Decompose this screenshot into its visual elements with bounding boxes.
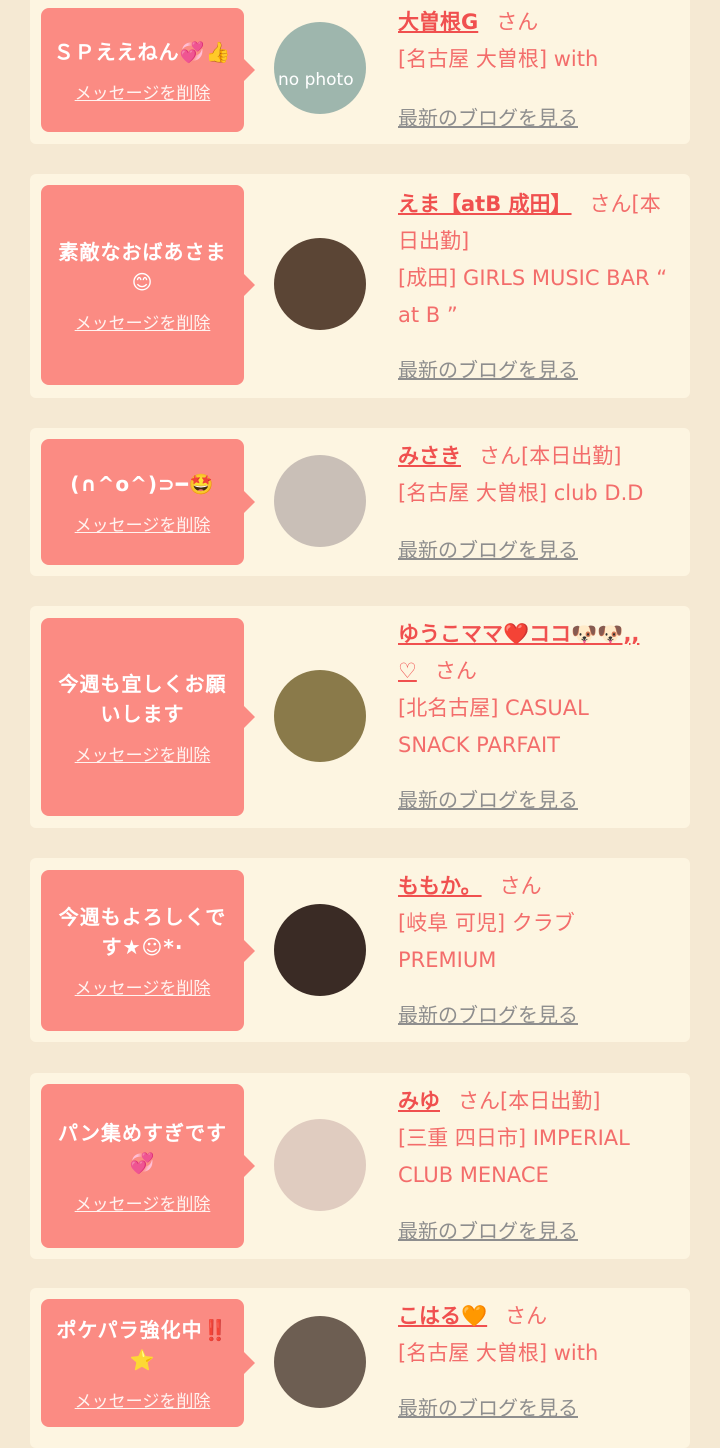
shop-line: [名古屋 大曽根] with <box>398 47 599 71</box>
message-card: ＳＰええねん💞👍 メッセージを削除 no photo 大曽根G さん [名古屋 大… <box>30 0 690 144</box>
shop-line: CLUB MENACE <box>398 1163 549 1187</box>
latest-blog-link[interactable]: 最新のブログを見る <box>398 102 578 131</box>
shop-line: SNACK PARFAIT <box>398 733 560 757</box>
delete-message-link[interactable]: メッセージを削除 <box>75 741 211 766</box>
shop-line: [名古屋 大曽根] with <box>398 1341 599 1365</box>
message-text: ＳＰええねん💞👍 <box>53 39 232 64</box>
avatar[interactable] <box>274 1316 366 1408</box>
message-bubble: 素敵なおばあさま😊 メッセージを削除 <box>41 185 255 385</box>
message-bubble: 今週も宜しくお願いします メッセージを削除 <box>41 618 255 816</box>
avatar[interactable] <box>274 904 366 996</box>
shop-line: [三重 四日市] IMPERIAL <box>398 1126 630 1150</box>
message-text: ポケパラ強化中‼️⭐ <box>56 1317 229 1372</box>
shop-line: PREMIUM <box>398 948 497 972</box>
delete-message-link[interactable]: メッセージを削除 <box>75 974 211 999</box>
delete-message-link[interactable]: メッセージを削除 <box>75 1387 211 1412</box>
latest-blog-link[interactable]: 最新のブログを見る <box>398 354 578 383</box>
message-bubble: (∩^o^)⊃━🤩 メッセージを削除 <box>41 439 255 565</box>
message-bubble: ＳＰええねん💞👍 メッセージを削除 <box>41 8 255 132</box>
message-text: 今週もよろしくです★☺*· <box>58 905 227 959</box>
shop-line: [成田] GIRLS MUSIC BAR “ <box>398 266 668 290</box>
message-bubble: パン集めすぎです💞 メッセージを削除 <box>41 1084 255 1248</box>
profile-name-link[interactable]: こはる🧡 <box>398 1304 487 1328</box>
shop-line: [岐阜 可児] クラブ <box>398 911 575 935</box>
san-label: さん <box>589 192 632 216</box>
latest-blog-link[interactable]: 最新のブログを見る <box>398 534 578 563</box>
avatar[interactable] <box>274 238 366 330</box>
san-label: さん <box>499 874 542 898</box>
delete-message-link[interactable]: メッセージを削除 <box>75 309 211 334</box>
message-text: 素敵なおばあさま😊 <box>58 239 227 294</box>
shop-line: [北名古屋] CASUAL <box>398 696 589 720</box>
latest-blog-link[interactable]: 最新のブログを見る <box>398 784 578 813</box>
shop-line: at B ” <box>398 303 458 327</box>
message-card: 今週もよろしくです★☺*· メッセージを削除 ももか。 さん [岐阜 可児] クラ… <box>30 858 690 1042</box>
san-label: さん <box>496 10 539 34</box>
avatar[interactable] <box>274 455 366 547</box>
avatar[interactable]: no photo <box>274 22 366 114</box>
san-label: さん <box>458 1089 500 1113</box>
avatar[interactable] <box>274 1119 366 1211</box>
attendance-status: [本日出勤] <box>500 1089 601 1113</box>
message-bubble: 今週もよろしくです★☺*· メッセージを削除 <box>41 870 255 1031</box>
shop-line: [名古屋 大曽根] club D.D <box>398 481 644 505</box>
message-text: パン集めすぎです💞 <box>58 1120 227 1175</box>
latest-blog-link[interactable]: 最新のブログを見る <box>398 1392 578 1421</box>
message-card: 素敵なおばあさま😊 メッセージを削除 えま【atB 成田】 さん[本日出勤] [成… <box>30 174 690 398</box>
delete-message-link[interactable]: メッセージを削除 <box>75 79 211 104</box>
profile-name-link[interactable]: ゆうこママ❤️ココ🐶🐶,, <box>398 622 639 646</box>
no-photo-text: no photo <box>278 70 354 90</box>
profile-name-link[interactable]: ♡ <box>398 659 417 683</box>
delete-message-link[interactable]: メッセージを削除 <box>75 511 211 536</box>
san-label: さん <box>434 659 477 683</box>
profile-name-link[interactable]: みさき <box>398 444 461 468</box>
latest-blog-link[interactable]: 最新のブログを見る <box>398 1215 578 1244</box>
san-label: さん <box>479 444 521 468</box>
delete-message-link[interactable]: メッセージを削除 <box>75 1190 211 1215</box>
avatar[interactable] <box>274 670 366 762</box>
message-card: 今週も宜しくお願いします メッセージを削除 ゆうこママ❤️ココ🐶🐶,, ♡ さん … <box>30 606 690 828</box>
message-card: パン集めすぎです💞 メッセージを削除 みゆ さん[本日出勤] [三重 四日市] I… <box>30 1073 690 1259</box>
message-card: (∩^o^)⊃━🤩 メッセージを削除 みさき さん[本日出勤] [名古屋 大曽根]… <box>30 428 690 576</box>
profile-name-link[interactable]: ももか。 <box>398 874 482 898</box>
message-text: (∩^o^)⊃━🤩 <box>70 471 215 496</box>
message-card: ポケパラ強化中‼️⭐ メッセージを削除 こはる🧡 さん [名古屋 大曽根] wit… <box>30 1288 690 1448</box>
attendance-status: [本日出勤] <box>521 444 622 468</box>
profile-name-link[interactable]: えま【atB 成田】 <box>398 192 572 216</box>
message-bubble: ポケパラ強化中‼️⭐ メッセージを削除 <box>41 1299 255 1427</box>
message-text: 今週も宜しくお願いします <box>58 671 227 726</box>
profile-name-link[interactable]: 大曽根G <box>398 10 478 34</box>
profile-name-link[interactable]: みゆ <box>398 1089 440 1113</box>
san-label: さん <box>505 1304 548 1328</box>
latest-blog-link[interactable]: 最新のブログを見る <box>398 999 578 1028</box>
